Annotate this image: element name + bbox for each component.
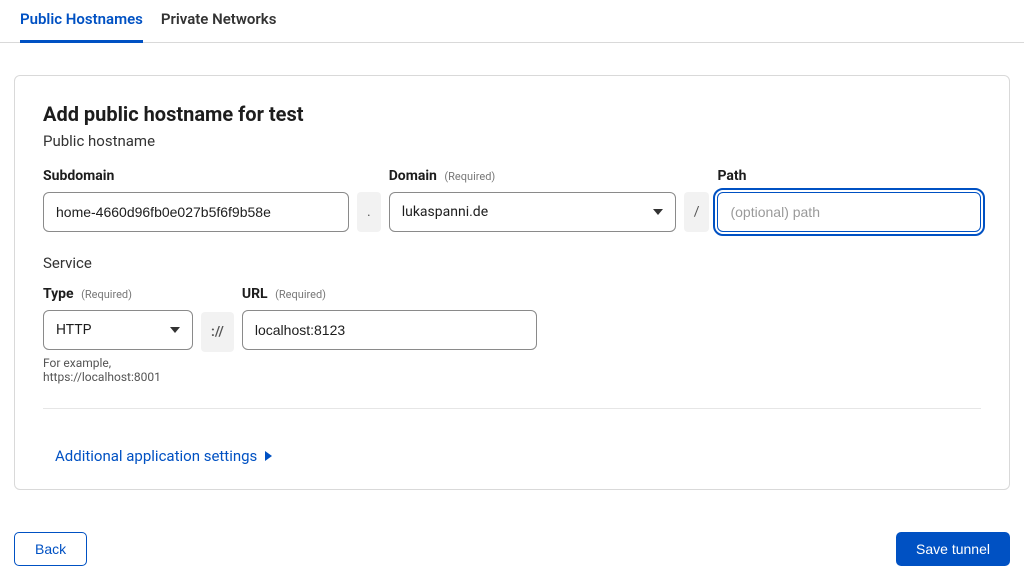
footer-bar: Back Save tunnel bbox=[0, 490, 1024, 576]
service-row: Type (Required) HTTP For example, https:… bbox=[43, 286, 981, 384]
tab-bar: Public Hostnames Private Networks bbox=[0, 0, 1024, 43]
domain-label: Domain (Required) bbox=[389, 168, 676, 184]
protocol-separator: :// bbox=[201, 312, 234, 352]
tab-public-hostnames[interactable]: Public Hostnames bbox=[20, 0, 143, 43]
type-required-tag: (Required) bbox=[81, 288, 132, 301]
type-label: Type (Required) bbox=[43, 286, 193, 302]
save-tunnel-button[interactable]: Save tunnel bbox=[896, 532, 1010, 566]
divider bbox=[43, 408, 981, 409]
hostname-panel: Add public hostname for test Public host… bbox=[14, 75, 1010, 490]
type-select[interactable]: HTTP bbox=[43, 310, 193, 350]
path-label: Path bbox=[717, 168, 981, 184]
dot-separator: . bbox=[357, 192, 381, 232]
type-selected-value: HTTP bbox=[56, 322, 91, 338]
type-label-text: Type bbox=[43, 286, 74, 302]
tab-private-networks[interactable]: Private Networks bbox=[161, 0, 277, 43]
url-required-tag: (Required) bbox=[275, 288, 326, 301]
domain-label-text: Domain bbox=[389, 168, 437, 184]
subdomain-label: Subdomain bbox=[43, 168, 349, 184]
url-input[interactable] bbox=[242, 310, 537, 350]
additional-settings-toggle[interactable]: Additional application settings bbox=[55, 447, 981, 465]
service-hint: For example, https://localhost:8001 bbox=[43, 356, 193, 384]
panel-subheading: Public hostname bbox=[43, 132, 981, 150]
chevron-down-icon bbox=[170, 327, 180, 333]
additional-settings-label: Additional application settings bbox=[55, 447, 257, 465]
subdomain-input[interactable] bbox=[43, 192, 349, 232]
service-heading: Service bbox=[43, 254, 981, 272]
hostname-row: Subdomain . Domain (Required) lukaspanni… bbox=[43, 168, 981, 232]
path-input[interactable] bbox=[717, 192, 981, 232]
panel-heading: Add public hostname for test bbox=[43, 102, 981, 126]
url-label: URL (Required) bbox=[242, 286, 537, 302]
chevron-down-icon bbox=[653, 209, 663, 215]
domain-selected-value: lukaspanni.de bbox=[402, 204, 488, 220]
slash-separator: / bbox=[684, 192, 710, 232]
domain-select[interactable]: lukaspanni.de bbox=[389, 192, 676, 232]
domain-required-tag: (Required) bbox=[444, 170, 495, 183]
back-button[interactable]: Back bbox=[14, 532, 87, 566]
url-label-text: URL bbox=[242, 286, 268, 302]
chevron-right-icon bbox=[265, 451, 272, 461]
